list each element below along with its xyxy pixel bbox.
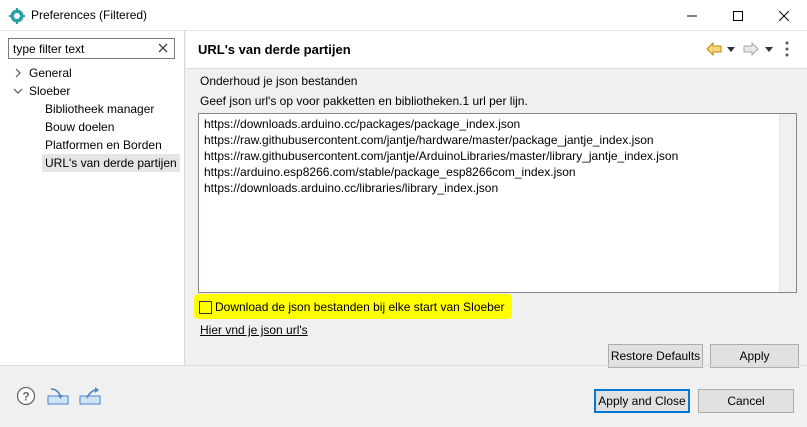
close-button[interactable]	[761, 0, 807, 31]
download-checkbox[interactable]	[199, 301, 212, 314]
import-icon[interactable]	[47, 386, 69, 406]
maximize-icon	[733, 10, 743, 21]
download-checkbox-label[interactable]: Download de json bestanden bij elke star…	[215, 300, 505, 314]
title-bar: Preferences (Filtered)	[0, 0, 807, 31]
chevron-right-icon[interactable]	[13, 68, 23, 78]
help-icon[interactable]: ?	[16, 386, 36, 406]
url-line: https://downloads.arduino.cc/packages/pa…	[204, 117, 521, 131]
maximize-button[interactable]	[715, 0, 761, 31]
minimize-button[interactable]	[669, 0, 715, 31]
chevron-down-icon[interactable]	[13, 86, 23, 96]
url-line: https://downloads.arduino.cc/libraries/l…	[204, 181, 499, 195]
tree-item-bouw-doelen[interactable]: Bouw doelen	[45, 118, 114, 136]
preference-page: URL's van derde partijen Onderhoud je js…	[186, 31, 807, 368]
vertical-scrollbar[interactable]	[779, 114, 796, 292]
tree-item-label: General	[29, 66, 72, 80]
tree-item-label: Sloeber	[29, 84, 71, 98]
back-arrow-icon[interactable]	[706, 42, 722, 56]
clear-filter-icon[interactable]	[157, 42, 169, 54]
eclipse-gear-icon	[9, 8, 25, 24]
minimize-icon	[687, 15, 697, 16]
tree-item-bibliotheek-manager[interactable]: Bibliotheek manager	[45, 100, 154, 118]
tree-item-label: Platformen en Borden	[45, 138, 162, 152]
url-line: https://raw.githubusercontent.com/jantje…	[204, 133, 654, 147]
tree-item-platformen-en-borden[interactable]: Platformen en Borden	[45, 136, 162, 154]
apply-and-close-button[interactable]: Apply and Close	[594, 389, 690, 413]
json-urls-link[interactable]: Hier vnd je json url's	[200, 323, 308, 337]
filter-field[interactable]	[8, 38, 175, 59]
tree-item-urls-derde-partijen[interactable]: URL's van derde partijen	[42, 154, 180, 172]
page-title: URL's van derde partijen	[198, 42, 351, 57]
url-line: https://arduino.esp8266.com/stable/packa…	[204, 165, 576, 179]
footer-separator	[0, 365, 807, 366]
close-icon	[779, 10, 789, 21]
forward-arrow-icon[interactable]	[743, 42, 759, 56]
back-dropdown-icon[interactable]	[727, 47, 735, 52]
tree-item-general[interactable]: General	[13, 64, 173, 82]
tree-item-label: Bouw doelen	[45, 120, 115, 134]
tree-item-label: URL's van derde partijen	[45, 156, 177, 170]
filter-input[interactable]	[9, 39, 154, 58]
tree-item-sloeber[interactable]: Sloeber	[13, 82, 173, 100]
url-textarea[interactable]: https://downloads.arduino.cc/packages/pa…	[198, 113, 797, 293]
svg-text:?: ?	[22, 390, 29, 404]
export-icon[interactable]	[79, 386, 101, 406]
preferences-tree-pane: General Sloeber Bibliotheek manager Bouw…	[0, 31, 185, 365]
page-header: URL's van derde partijen	[186, 31, 807, 69]
window-title: Preferences (Filtered)	[31, 8, 148, 22]
forward-dropdown-icon[interactable]	[765, 47, 773, 52]
tree-item-label: Bibliotheek manager	[45, 102, 155, 116]
more-options-icon[interactable]	[785, 41, 789, 57]
url-line: https://raw.githubusercontent.com/jantje…	[204, 149, 679, 163]
page-description: Onderhoud je json bestanden	[200, 74, 358, 88]
page-instruction: Geef json url's op voor pakketten en bib…	[200, 94, 528, 108]
cancel-button[interactable]: Cancel	[698, 389, 794, 413]
